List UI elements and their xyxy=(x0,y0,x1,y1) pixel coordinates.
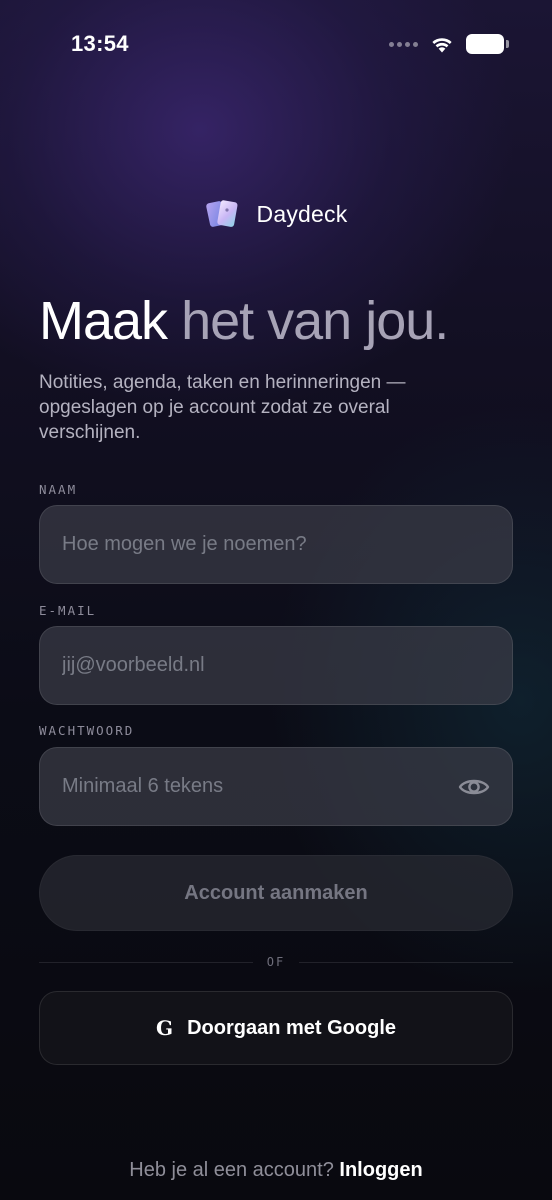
password-input[interactable] xyxy=(62,775,450,798)
page-subtitle: Notities, agenda, taken en herinneringen… xyxy=(39,372,406,443)
email-input[interactable] xyxy=(62,654,490,677)
login-question: Heb je al een account? xyxy=(129,1159,334,1181)
name-input[interactable] xyxy=(62,533,490,556)
brand-name: Daydeck xyxy=(256,200,348,227)
status-time: 13:54 xyxy=(71,31,129,56)
status-bar: 13:54 xyxy=(0,0,552,90)
password-label: WACHTWOORD xyxy=(39,723,135,738)
google-icon: G xyxy=(156,1016,174,1040)
google-signin-button[interactable]: G Doorgaan met Google xyxy=(39,991,513,1065)
login-prompt: Heb je al een account? Inloggen xyxy=(0,1159,552,1182)
divider-line-left xyxy=(39,961,253,963)
title-part-muted: het van jou. xyxy=(181,291,449,351)
battery-icon xyxy=(466,34,509,54)
cellular-icon xyxy=(389,41,418,47)
password-field[interactable] xyxy=(39,747,513,826)
divider-text: OF xyxy=(266,955,286,969)
divider-line-right xyxy=(299,961,514,963)
or-divider: OF xyxy=(39,952,514,972)
email-label: E-MAIL xyxy=(39,603,97,618)
page-title: Maak het van jou. xyxy=(39,290,449,352)
eye-icon[interactable] xyxy=(458,775,490,799)
login-link[interactable]: Inloggen xyxy=(339,1159,422,1181)
wifi-icon xyxy=(432,38,452,53)
brand: Daydeck xyxy=(0,196,552,232)
name-field[interactable] xyxy=(39,505,513,584)
google-button-label: Doorgaan met Google xyxy=(187,1016,396,1039)
cards-logo-icon xyxy=(205,200,238,227)
create-account-button[interactable]: Account aanmaken xyxy=(39,855,513,931)
status-icons xyxy=(389,34,509,54)
email-field[interactable] xyxy=(39,626,513,705)
title-part-primary: Maak xyxy=(39,291,168,351)
name-label: NAAM xyxy=(39,482,78,497)
